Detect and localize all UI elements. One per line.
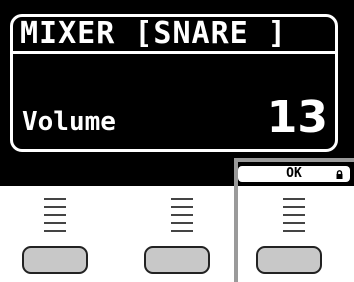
page-title: MIXER [SNARE ] xyxy=(20,16,287,51)
parameter-value: 13 xyxy=(266,92,328,143)
function-button-3-ok[interactable] xyxy=(256,246,322,274)
ok-label: OK xyxy=(286,166,302,181)
soft-key-marker-2 xyxy=(171,198,193,238)
function-button-1[interactable] xyxy=(22,246,88,274)
lock-icon xyxy=(336,170,343,179)
soft-key-label-ok: OK xyxy=(238,166,350,182)
soft-key-marker-1 xyxy=(44,198,66,238)
parameter-label: Volume xyxy=(22,107,116,137)
soft-key-marker-3 xyxy=(283,198,305,238)
function-button-2[interactable] xyxy=(144,246,210,274)
callout-line-top xyxy=(234,158,354,162)
